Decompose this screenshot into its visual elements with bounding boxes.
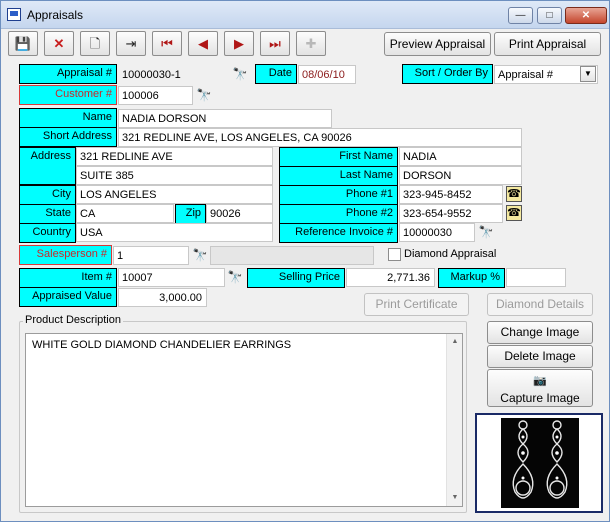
address-line2-field[interactable]: SUITE 385 <box>76 166 273 185</box>
delete-button[interactable]: ✕ <box>44 31 74 56</box>
reference-invoice-label: Reference Invoice # <box>279 223 398 243</box>
maximize-button[interactable]: □ <box>537 7 562 24</box>
selling-price-field[interactable]: 2,771.36 <box>346 268 435 287</box>
salesperson-name-display <box>210 246 374 265</box>
name-label: Name <box>19 108 117 128</box>
change-image-button[interactable]: Change Image <box>487 321 593 344</box>
next-record-button[interactable]: ▶ <box>224 31 254 56</box>
customer-number-label: Customer # <box>19 85 117 105</box>
first-icon: ⏮ <box>161 36 173 51</box>
country-field[interactable]: USA <box>76 223 273 242</box>
reference-invoice-field[interactable]: 10000030 <box>399 223 475 242</box>
product-image <box>501 418 579 508</box>
date-field[interactable]: 08/06/10 <box>298 65 356 84</box>
camera-icon: 📷 <box>533 375 547 387</box>
delete-icon: ✕ <box>53 36 65 51</box>
country-label: Country <box>19 223 76 243</box>
phone-icon[interactable]: ☎ <box>506 186 522 202</box>
capture-image-label: Capture Image <box>500 391 580 405</box>
save-icon: 💾 <box>14 36 32 51</box>
last-icon: ⏭ <box>269 36 281 51</box>
city-label: City <box>19 185 76 205</box>
diamond-details-button[interactable]: Diamond Details <box>487 293 593 316</box>
new-record-button[interactable]: 🗋 <box>80 31 110 56</box>
binoculars-icon[interactable]: 🔭 <box>192 247 208 263</box>
app-icon <box>7 8 21 21</box>
last-name-label: Last Name <box>279 166 398 186</box>
product-description-text: WHITE GOLD DIAMOND CHANDELIER EARRINGS <box>32 339 292 351</box>
diamond-appraisal-checkbox[interactable] <box>388 248 401 261</box>
print-certificate-button[interactable]: Print Certificate <box>364 293 469 316</box>
item-number-field[interactable]: 10007 <box>118 268 225 287</box>
delete-image-button[interactable]: Delete Image <box>487 345 593 368</box>
binoculars-icon[interactable]: 🔭 <box>196 87 212 103</box>
address-line1-field[interactable]: 321 REDLINE AVE <box>76 147 273 166</box>
appraisal-number-field[interactable]: 10000030-1 <box>118 65 230 84</box>
scroll-down-icon[interactable]: ▼ <box>447 490 463 506</box>
product-image-frame <box>475 413 603 513</box>
markup-label: Markup % <box>438 268 505 288</box>
close-button[interactable]: ✕ <box>565 7 607 24</box>
binoculars-icon[interactable]: 🔭 <box>227 269 243 285</box>
phone-icon[interactable]: ☎ <box>506 205 522 221</box>
last-record-button[interactable]: ⏭ <box>260 31 290 56</box>
minimize-button[interactable]: — <box>508 7 533 24</box>
appraised-value-label: Appraised Value <box>19 287 117 307</box>
first-name-field[interactable]: NADIA <box>399 147 522 166</box>
state-label: State <box>19 204 76 224</box>
exit-button[interactable]: ⇥ <box>116 31 146 56</box>
markup-field[interactable] <box>506 268 566 287</box>
previous-record-button[interactable]: ◀ <box>188 31 218 56</box>
appraisals-window: Appraisals — □ ✕ 💾 ✕ 🗋 ⇥ ⏮ ◀ ▶ ⏭ ✚ Previ… <box>0 0 610 522</box>
window-title: Appraisals <box>27 8 84 22</box>
preview-appraisal-button[interactable]: Preview Appraisal <box>384 32 491 56</box>
binoculars-icon[interactable]: 🔭 <box>232 66 248 82</box>
appraised-value-field[interactable]: 3,000.00 <box>118 288 207 307</box>
last-name-field[interactable]: DORSON <box>399 166 522 185</box>
sort-order-label: Sort / Order By <box>402 64 493 84</box>
new-icon: 🗋 <box>89 36 101 51</box>
save-button[interactable]: 💾 <box>8 31 38 56</box>
diamond-appraisal-label: Diamond Appraisal <box>404 248 497 260</box>
next-icon: ▶ <box>234 36 244 51</box>
zip-field[interactable]: 90026 <box>206 204 273 223</box>
salesperson-label: Salesperson # <box>19 245 112 265</box>
previous-icon: ◀ <box>198 36 208 51</box>
phone2-field[interactable]: 323-654-9552 <box>399 204 503 223</box>
appraisal-number-label: Appraisal # <box>19 64 117 84</box>
selling-price-label: Selling Price <box>247 268 345 288</box>
first-name-label: First Name <box>279 147 398 167</box>
exit-icon: ⇥ <box>125 36 137 51</box>
item-number-label: Item # <box>19 268 117 288</box>
name-field[interactable]: NADIA DORSON <box>118 109 332 128</box>
short-address-field[interactable]: 321 REDLINE AVE, LOS ANGELES, CA 90026 <box>118 128 522 147</box>
title-bar: Appraisals — □ ✕ <box>1 1 609 29</box>
address-label: Address <box>19 147 76 185</box>
chevron-down-icon[interactable]: ▼ <box>580 66 596 82</box>
salesperson-field[interactable]: 1 <box>113 246 189 265</box>
date-label: Date <box>255 64 297 84</box>
first-record-button[interactable]: ⏮ <box>152 31 182 56</box>
product-description-title: Product Description <box>23 314 123 326</box>
print-appraisal-button[interactable]: Print Appraisal <box>494 32 601 56</box>
phone1-field[interactable]: 323-945-8452 <box>399 185 503 204</box>
description-scrollbar[interactable]: ▲ ▼ <box>446 334 462 506</box>
short-address-label: Short Address <box>19 127 117 147</box>
earrings-image <box>512 420 568 499</box>
customer-number-field[interactable]: 100006 <box>118 86 193 105</box>
phone2-label: Phone #2 <box>279 204 398 224</box>
add-icon: ✚ <box>305 36 317 51</box>
zip-label: Zip <box>175 204 206 224</box>
capture-image-button[interactable]: 📷 Capture Image <box>487 369 593 407</box>
add-button[interactable]: ✚ <box>296 31 326 56</box>
product-description-textarea[interactable]: WHITE GOLD DIAMOND CHANDELIER EARRINGS ▲… <box>25 333 463 507</box>
state-field[interactable]: CA <box>76 204 174 223</box>
phone1-label: Phone #1 <box>279 185 398 205</box>
binoculars-icon[interactable]: 🔭 <box>478 224 494 240</box>
city-field[interactable]: LOS ANGELES <box>76 185 273 204</box>
scroll-up-icon[interactable]: ▲ <box>447 334 463 350</box>
